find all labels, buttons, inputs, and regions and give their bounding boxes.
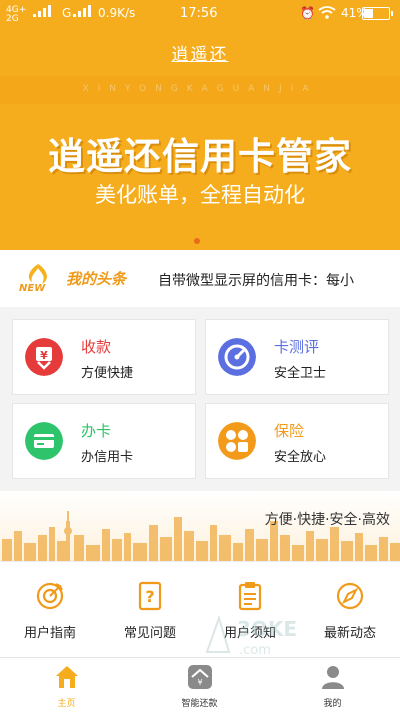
tab-mine[interactable]: 我的 (266, 658, 399, 712)
banner-headline: 逍遥还信用卡管家 (48, 135, 352, 178)
city-slogan: 方便·快捷·安全·高效 (264, 512, 390, 528)
battery-icon (362, 7, 393, 20)
watermark-logo: 3OKE .com (205, 614, 297, 658)
page-title: 逍遥还 (171, 45, 229, 65)
network-type: 4G+ 2G (6, 6, 26, 24)
signal-icon (33, 5, 51, 17)
credit-card-icon (25, 422, 63, 460)
tile-insurance[interactable]: 保险 安全放心 (205, 403, 389, 479)
tab-smart-repay[interactable]: ¥ 智能还款 (133, 658, 266, 712)
link-faq[interactable]: ? 常见问题 (100, 562, 200, 658)
wifi-icon (318, 6, 336, 19)
svg-text:?: ? (145, 587, 154, 606)
insurance-grid-icon (218, 422, 256, 460)
gauge-icon (218, 338, 256, 376)
compass-icon (336, 582, 364, 610)
clipboard-icon (238, 582, 262, 611)
tile-title: 保险 (274, 422, 305, 440)
promo-banner[interactable]: XINYONGKAGUANJIA 逍遥还信用卡管家 美化账单，全程自动化 (0, 76, 400, 250)
svg-text:.com: .com (239, 643, 271, 658)
tile-desc: 办信用卡 (81, 450, 134, 465)
app-header: 逍遥还 (0, 26, 400, 76)
signal-icon-2 (73, 5, 91, 17)
network-speed: 0.9K/s (98, 6, 136, 20)
link-label: 用户指南 (23, 626, 76, 641)
target-icon (36, 582, 64, 610)
tab-label: 我的 (323, 699, 342, 709)
tab-label: 智能还款 (181, 699, 218, 709)
tile-title: 卡测评 (274, 338, 320, 356)
tile-card-review[interactable]: 卡测评 安全卫士 (205, 319, 389, 395)
tile-desc: 方便快捷 (81, 366, 134, 381)
city-banner: 方便·快捷·安全·高效 (0, 491, 400, 561)
banner-subline: 美化账单，全程自动化 (95, 183, 305, 207)
link-label: 常见问题 (123, 626, 176, 641)
banner-pinyin: XINYONGKAGUANJIA (82, 84, 318, 94)
network-type-bottom: 2G (6, 14, 19, 24)
user-icon (322, 666, 344, 689)
status-bar: 4G+ 2G G 0.9K/s 17:56 ⏰ 41% (0, 0, 400, 26)
alarm-icon: ⏰ (300, 6, 315, 20)
new-badge-text: NEW (19, 283, 46, 294)
feature-grid: ¥ 收款 方便快捷 卡测评 安全卫士 办卡 办信用卡 保险 安全放心 (0, 307, 400, 491)
yuan-download-icon: ¥ (25, 338, 63, 376)
new-badge-icon: NEW (19, 264, 47, 294)
svg-text:¥: ¥ (197, 678, 202, 687)
svg-text:¥: ¥ (40, 349, 48, 362)
tile-desc: 安全放心 (274, 450, 327, 465)
question-doc-icon: ? (138, 581, 162, 611)
tab-label: 主页 (57, 699, 76, 709)
news-ticker-bar[interactable]: NEW 我的头条 自带微型显示屏的信用卡：每小 (0, 250, 400, 307)
link-user-guide[interactable]: 用户指南 (0, 562, 100, 658)
carousel-indicator[interactable] (194, 238, 200, 244)
tab-home[interactable]: 主页 (0, 658, 133, 712)
news-tag: 我的头条 (66, 270, 127, 288)
network-label: G (62, 6, 72, 20)
smart-repay-icon: ¥ (188, 665, 212, 689)
news-ticker-text[interactable]: 自带微型显示屏的信用卡：每小 (158, 270, 400, 290)
tile-apply-card[interactable]: 办卡 办信用卡 (12, 403, 196, 479)
tile-collect-payment[interactable]: ¥ 收款 方便快捷 (12, 319, 196, 395)
tile-title: 收款 (81, 338, 112, 356)
tile-title: 办卡 (81, 422, 112, 440)
clock: 17:56 (180, 6, 218, 21)
bottom-tab-bar: 主页 ¥ 智能还款 我的 (0, 657, 400, 712)
home-icon (56, 666, 78, 688)
tile-desc: 安全卫士 (274, 366, 327, 381)
svg-text:3OKE: 3OKE (237, 617, 297, 641)
